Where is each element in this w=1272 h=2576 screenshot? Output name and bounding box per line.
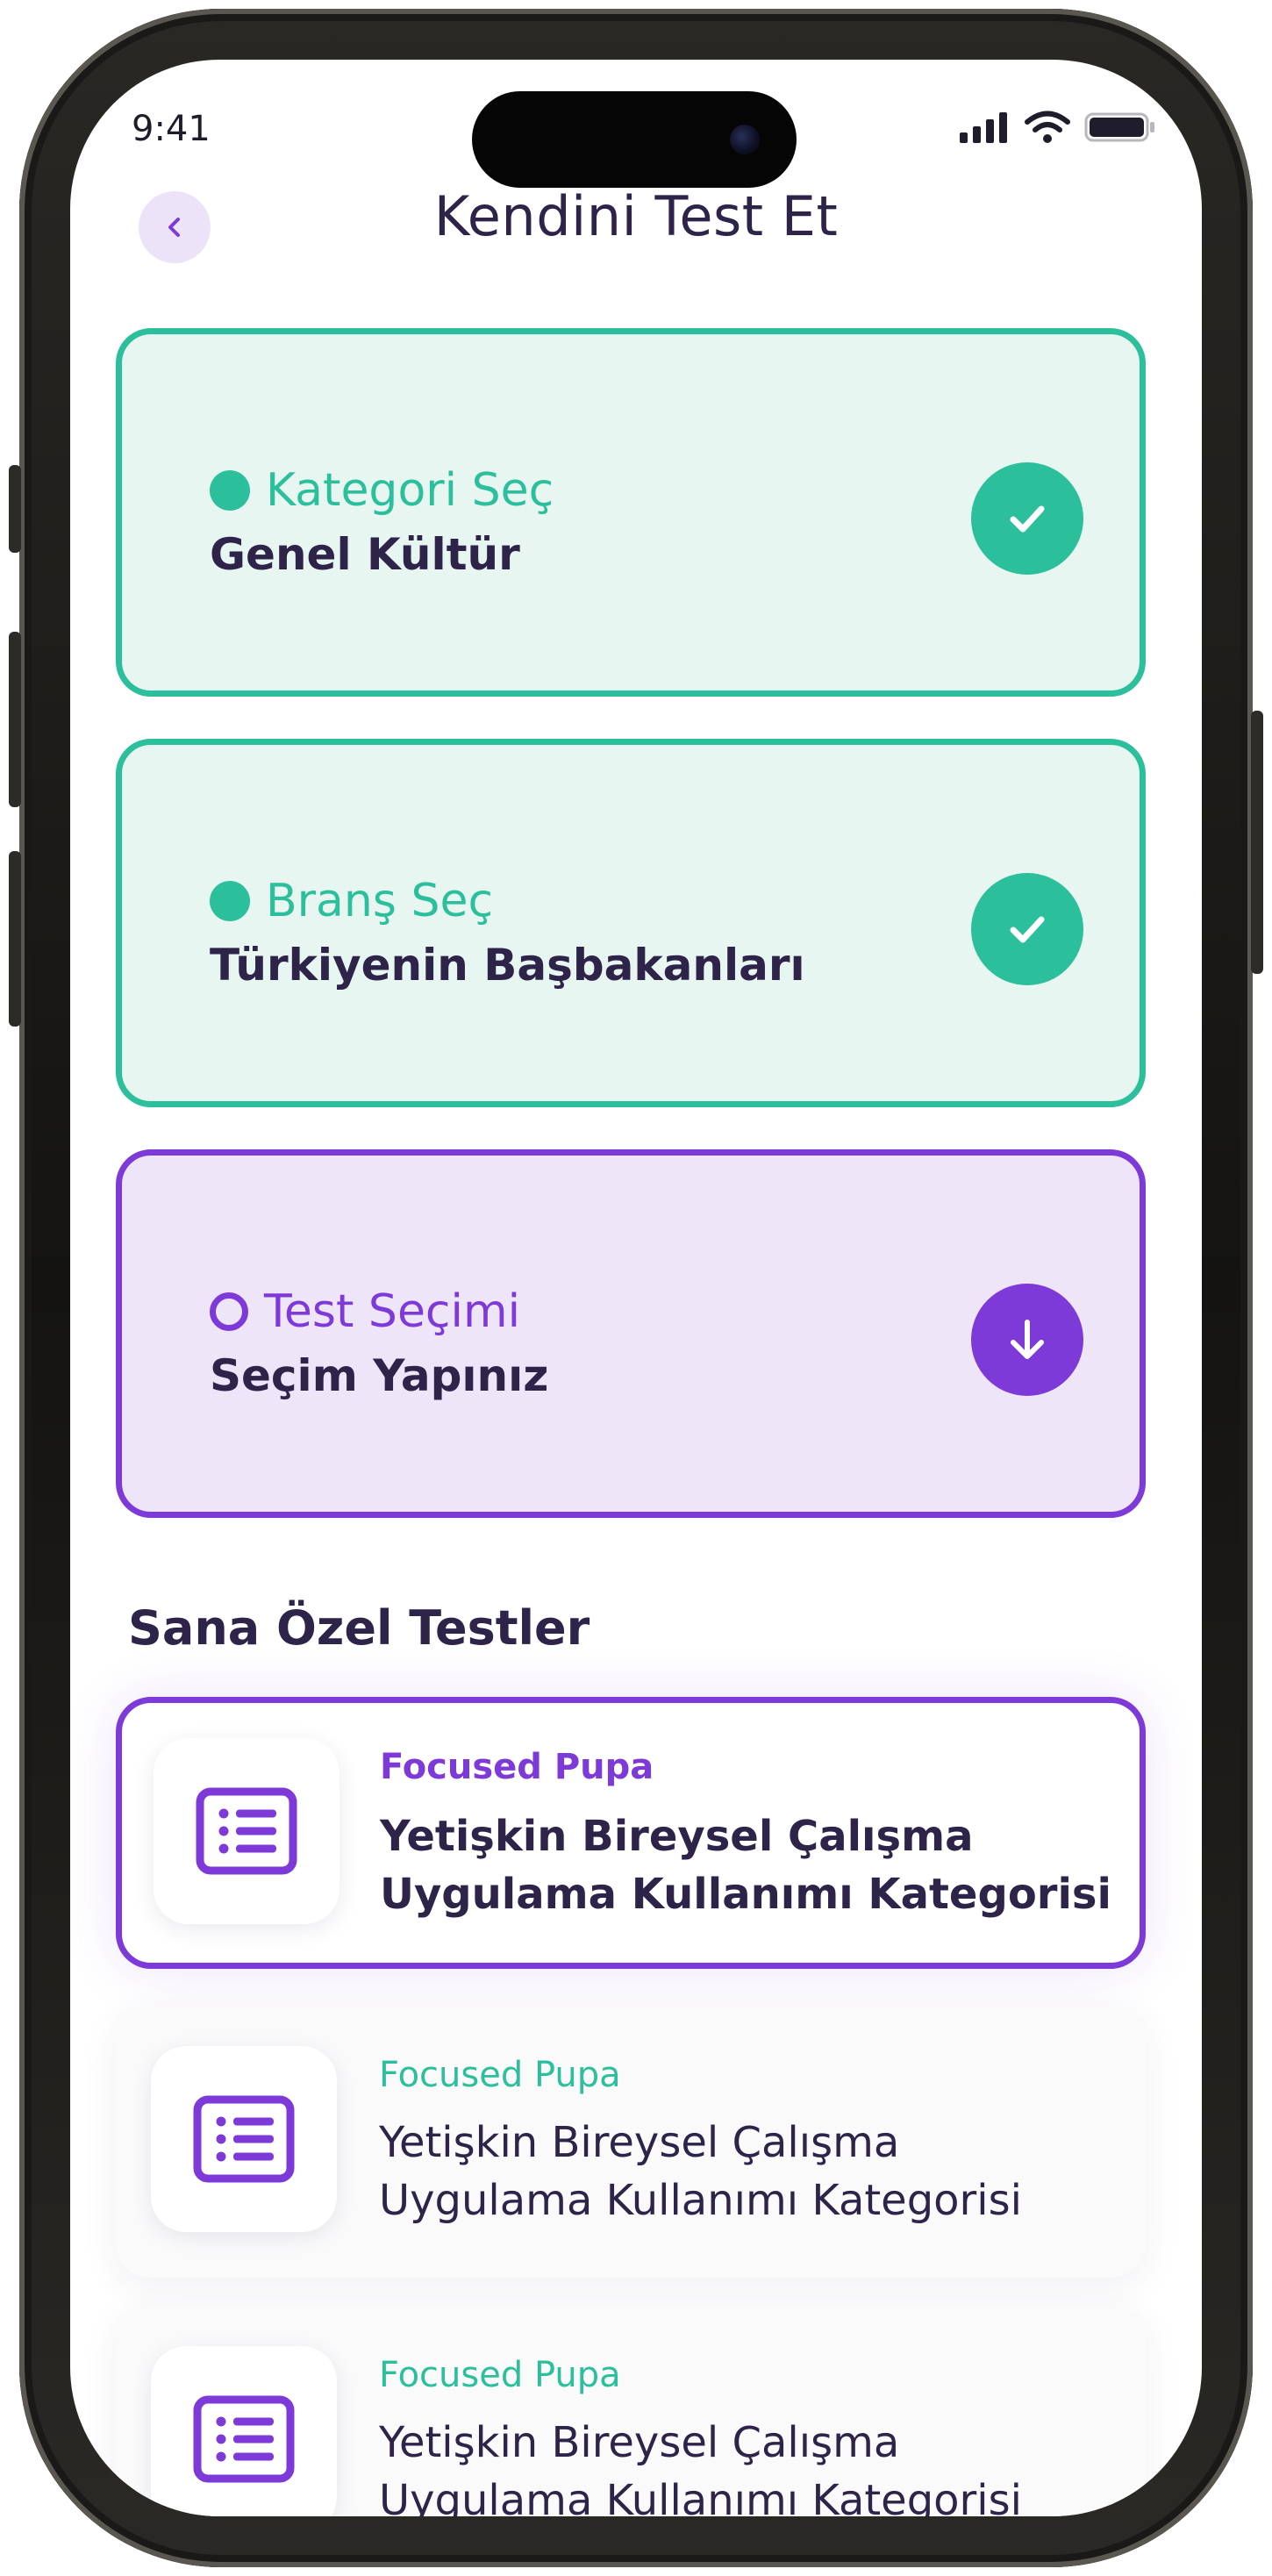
list-icon	[154, 1738, 339, 1924]
step-value: Türkiyenin Başbakanları	[210, 940, 805, 991]
step-value: Seçim Yapınız	[210, 1350, 549, 1401]
wifi-icon	[1025, 111, 1070, 143]
battery-icon	[1084, 112, 1154, 142]
action-button	[9, 465, 21, 553]
test-title-line1: Yetişkin Bireysel Çalışma	[380, 1812, 974, 1861]
app-screen: 9:41 Kendini Test Et Kategori Seç Genel …	[70, 60, 1202, 2516]
volume-up-button	[9, 632, 21, 807]
volume-down-button	[9, 851, 21, 1027]
step-value: Genel Kültür	[210, 529, 520, 580]
status-time: 9:41	[132, 109, 211, 149]
test-tag: Focused Pupa	[379, 2355, 621, 2395]
status-dot-icon	[210, 881, 250, 921]
test-tag: Focused Pupa	[379, 2055, 621, 2095]
step-test-selection[interactable]: Test Seçimi Seçim Yapınız	[116, 1149, 1146, 1518]
section-title: Sana Özel Testler	[128, 1600, 590, 1656]
page-title: Kendini Test Et	[433, 184, 839, 248]
test-tag: Focused Pupa	[380, 1747, 654, 1787]
check-icon	[971, 873, 1083, 985]
step-branch[interactable]: Branş Seç Türkiyenin Başbakanları	[116, 739, 1146, 1107]
test-title-line2: Uygulama Kullanımı Kategorisi	[379, 2476, 1022, 2516]
list-icon	[151, 2346, 337, 2516]
status-ring-icon	[210, 1292, 248, 1331]
test-title-line2: Uygulama Kullanımı Kategorisi	[380, 1870, 1111, 1919]
test-title-line1: Yetişkin Bireysel Çalışma	[379, 2118, 900, 2167]
status-dot-icon	[210, 470, 250, 511]
list-icon	[151, 2046, 337, 2232]
dynamic-island	[472, 91, 797, 188]
signal-icon	[960, 112, 1007, 143]
test-item[interactable]: Focused Pupa Yetişkin Bireysel Çalışma U…	[116, 1697, 1146, 1969]
step-label: Test Seçimi	[264, 1285, 521, 1338]
test-item[interactable]: Focused Pupa Yetişkin Bireysel Çalışma U…	[116, 2006, 1146, 2278]
test-title-line2: Uygulama Kullanımı Kategorisi	[379, 2176, 1022, 2225]
camera-icon	[730, 125, 760, 154]
test-title-line1: Yetişkin Bireysel Çalışma	[379, 2418, 900, 2467]
step-label: Branş Seç	[266, 875, 494, 927]
step-label: Kategori Seç	[266, 464, 554, 517]
arrow-down-icon	[971, 1284, 1083, 1396]
check-icon	[971, 462, 1083, 575]
test-item[interactable]: Focused Pupa Yetişkin Bireysel Çalışma U…	[116, 2306, 1146, 2516]
status-icons	[958, 111, 1156, 144]
step-category[interactable]: Kategori Seç Genel Kültür	[116, 328, 1146, 697]
power-button	[1251, 711, 1263, 974]
